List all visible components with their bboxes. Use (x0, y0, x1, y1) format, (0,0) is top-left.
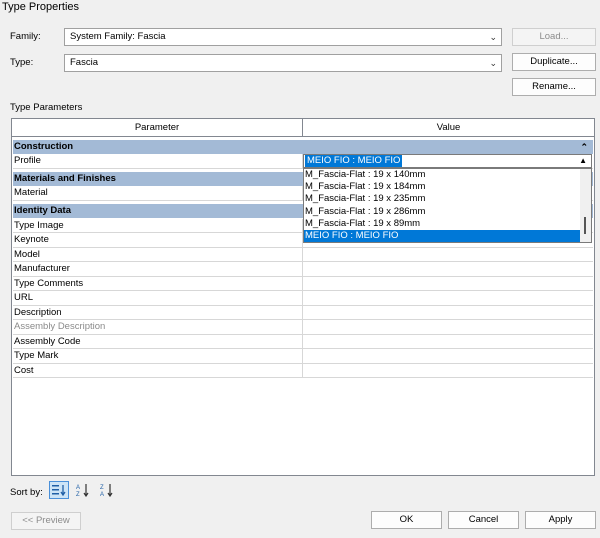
group-construction[interactable]: Construction ⌃ (13, 140, 593, 154)
table-row-cost[interactable]: Cost (13, 363, 593, 378)
dropdown-option-selected[interactable]: MEIO FIO : MEIO FIO (304, 229, 580, 242)
dropdown-scrollbar[interactable] (580, 169, 591, 242)
profile-dropdown-list[interactable]: M_Fascia-Flat : 19 x 140mm M_Fascia-Flat… (303, 168, 592, 243)
dropdown-option[interactable]: M_Fascia-Flat : 19 x 286mm (304, 206, 580, 218)
param-type-mark: Type Mark (13, 349, 303, 363)
rename-button[interactable]: Rename... (512, 78, 596, 96)
sort-descending-button[interactable]: Z A (97, 481, 117, 499)
sort-z-to-a-icon: Z A (100, 484, 113, 497)
table-row-assembly-code[interactable]: Assembly Code (13, 334, 593, 349)
sort-grouped-icon (52, 485, 66, 496)
svg-text:Z: Z (100, 485, 104, 491)
param-type-image: Type Image (13, 218, 303, 232)
param-cost: Cost (13, 363, 303, 377)
table-row-url[interactable]: URL (13, 291, 593, 306)
dropdown-option[interactable]: M_Fascia-Flat : 19 x 235mm (304, 193, 580, 205)
profile-selected-value: MEIO FIO : MEIO FIO (305, 155, 403, 167)
family-value: System Family: Fascia (70, 31, 166, 42)
collapse-icon[interactable]: ⌃ (580, 140, 588, 154)
param-keynote: Keynote (13, 233, 303, 247)
table-row-type-comments[interactable]: Type Comments (13, 276, 593, 291)
param-profile: Profile (13, 154, 303, 168)
family-label: Family: (10, 31, 41, 42)
param-manufacturer: Manufacturer (13, 262, 303, 276)
dropdown-option[interactable]: M_Fascia-Flat : 19 x 184mm (304, 181, 580, 193)
table-row-description[interactable]: Description (13, 305, 593, 320)
type-combo[interactable]: Fascia ⌄ (64, 54, 502, 72)
sort-by-label: Sort by: (10, 487, 43, 498)
group-label: Materials and Finishes (14, 173, 116, 184)
cancel-button[interactable]: Cancel (448, 511, 519, 529)
param-url: URL (13, 291, 303, 305)
preview-button[interactable]: << Preview (11, 512, 81, 530)
chevron-up-icon[interactable]: ▲ (579, 155, 587, 167)
param-description: Description (13, 305, 303, 319)
svg-text:Z: Z (76, 492, 80, 497)
table-row-model[interactable]: Model (13, 247, 593, 262)
column-header-value[interactable]: Value (303, 119, 594, 137)
chevron-down-icon: ⌄ (489, 58, 497, 68)
type-value: Fascia (70, 57, 98, 68)
table-row-assembly-description[interactable]: Assembly Description (13, 320, 593, 335)
param-type-comments: Type Comments (13, 276, 303, 290)
param-model: Model (13, 247, 303, 261)
profile-value-combo[interactable]: MEIO FIO : MEIO FIO ▲ (303, 154, 592, 168)
type-label: Type: (10, 57, 34, 68)
param-material: Material (13, 186, 303, 200)
window-title: Type Properties (2, 1, 80, 13)
group-label: Identity Data (14, 205, 72, 216)
table-row-manufacturer[interactable]: Manufacturer (13, 262, 593, 277)
dropdown-option[interactable]: M_Fascia-Flat : 19 x 89mm (304, 218, 580, 230)
param-assembly-code: Assembly Code (13, 334, 303, 348)
dropdown-option[interactable]: M_Fascia-Flat : 19 x 140mm (304, 169, 580, 181)
ok-button[interactable]: OK (371, 511, 442, 529)
sort-grouped-button[interactable] (49, 481, 69, 499)
type-parameters-label: Type Parameters (10, 102, 83, 113)
scrollbar-thumb[interactable] (584, 217, 586, 234)
svg-text:A: A (100, 492, 104, 497)
chevron-down-icon: ⌄ (489, 32, 497, 42)
svg-text:A: A (76, 485, 80, 491)
apply-button[interactable]: Apply (525, 511, 596, 529)
load-button[interactable]: Load... (512, 28, 596, 46)
group-label: Construction (14, 141, 74, 152)
param-assembly-description: Assembly Description (13, 320, 303, 334)
table-row-type-mark[interactable]: Type Mark (13, 349, 593, 364)
column-header-parameter[interactable]: Parameter (12, 119, 303, 137)
duplicate-button[interactable]: Duplicate... (512, 53, 596, 71)
sort-ascending-button[interactable]: A Z (73, 481, 93, 499)
sort-a-to-z-icon: A Z (76, 484, 89, 497)
family-combo[interactable]: System Family: Fascia ⌄ (64, 28, 502, 46)
